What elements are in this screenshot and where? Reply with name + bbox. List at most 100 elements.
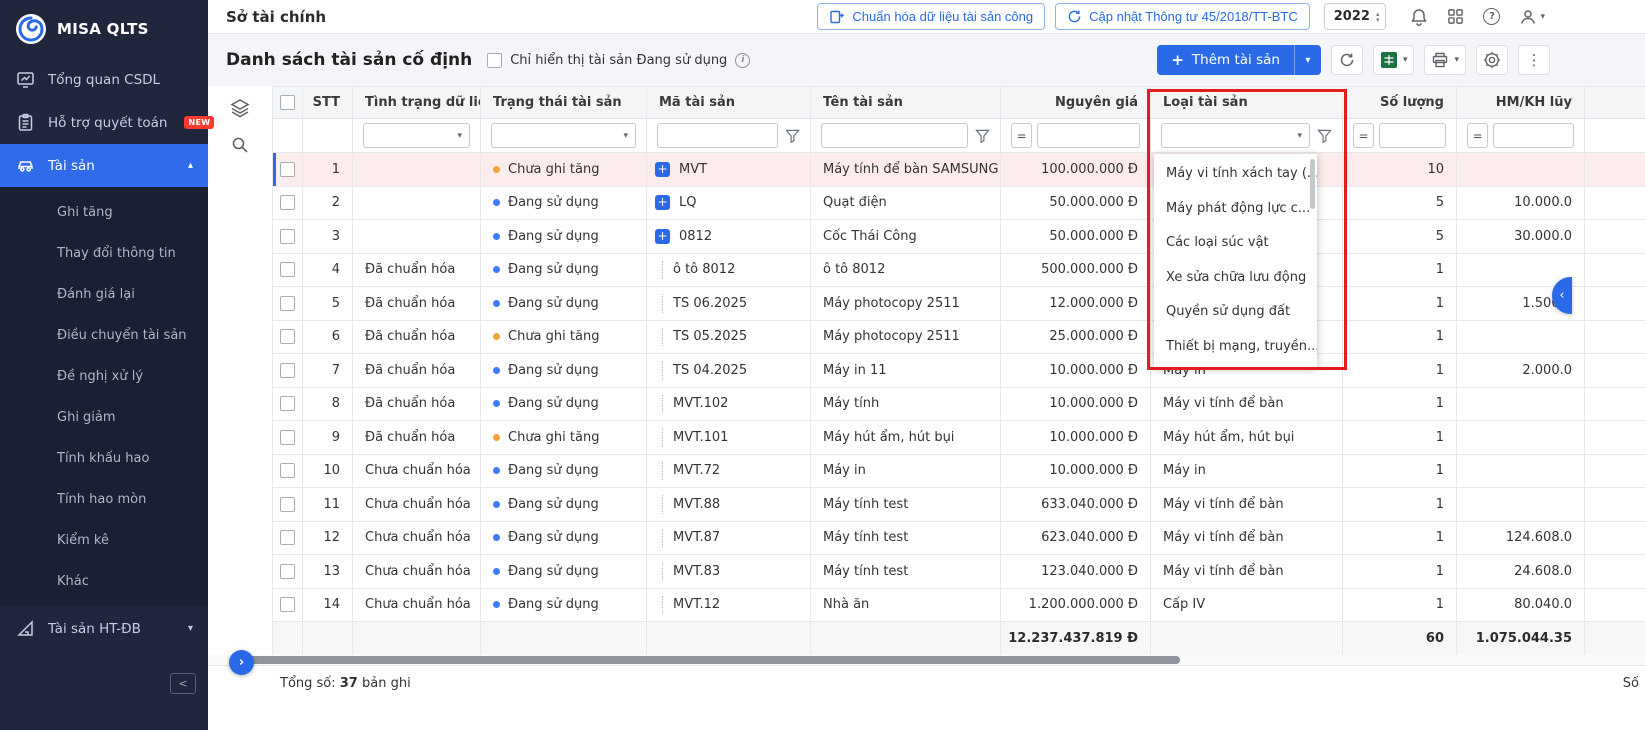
- funnel-icon[interactable]: [975, 129, 990, 143]
- dropdown-option[interactable]: Quyền sử dụng đất: [1154, 295, 1317, 330]
- filter-operator[interactable]: =: [1353, 123, 1374, 148]
- table-row[interactable]: 11 Chưa chuẩn hóa Đang sử dụng MVT.88 Má…: [273, 488, 1645, 522]
- notifications-button[interactable]: [1410, 8, 1428, 26]
- sidebar-item-tai-san-ht-db[interactable]: Tài sản HT-ĐB ▾: [0, 607, 208, 650]
- submenu-item-thay-doi-thong-tin[interactable]: Thay đổi thông tin: [0, 233, 208, 274]
- col-header-qty[interactable]: Số lượng: [1343, 87, 1457, 119]
- table-row[interactable]: 14 Chưa chuẩn hóa Đang sử dụng MVT.12 Nh…: [273, 589, 1645, 623]
- expand-icon[interactable]: +: [655, 162, 670, 177]
- spinner-down-icon[interactable]: ▾: [1376, 17, 1380, 23]
- row-checkbox[interactable]: [280, 195, 295, 210]
- table-row[interactable]: 10 Chưa chuẩn hóa Đang sử dụng MVT.72 Má…: [273, 455, 1645, 489]
- filter-dep-input[interactable]: [1493, 123, 1574, 148]
- apps-button[interactable]: [1447, 8, 1464, 25]
- filter-code-input[interactable]: [657, 123, 778, 148]
- col-header-dep[interactable]: HM/KH lũy: [1457, 87, 1585, 119]
- dropdown-option[interactable]: Máy phát động lực c...: [1154, 192, 1317, 227]
- sidebar-item-ho-tro-quyet-toan[interactable]: Hỗ trợ quyết toán NEW: [0, 101, 208, 144]
- table-row[interactable]: 13 Chưa chuẩn hóa Đang sử dụng MVT.83 Má…: [273, 555, 1645, 589]
- submenu-item-kiem-ke[interactable]: Kiểm kê: [0, 520, 208, 561]
- table-row[interactable]: 4 Đã chuẩn hóa Đang sử dụng ô tô 8012 ô …: [273, 254, 1645, 288]
- row-checkbox[interactable]: [280, 597, 295, 612]
- add-asset-split-button[interactable]: + Thêm tài sản ▾: [1157, 45, 1321, 75]
- select-all-checkbox[interactable]: [280, 95, 295, 110]
- filter-operator[interactable]: =: [1467, 123, 1488, 148]
- filter-name-input[interactable]: [821, 123, 968, 148]
- table-row[interactable]: 7 Đã chuẩn hóa Đang sử dụng TS 04.2025 M…: [273, 354, 1645, 388]
- submenu-item-danh-gia-lai[interactable]: Đánh giá lại: [0, 274, 208, 315]
- layers-button[interactable]: [230, 98, 250, 118]
- submenu-item-tinh-khau-hao[interactable]: Tính khấu hao: [0, 438, 208, 479]
- sidebar-item-tong-quan[interactable]: Tổng quan CSDL: [0, 58, 208, 101]
- filter-cost-input[interactable]: [1037, 123, 1140, 148]
- add-asset-dropdown-caret[interactable]: ▾: [1294, 45, 1321, 75]
- print-button[interactable]: ▾: [1424, 45, 1466, 75]
- submenu-item-de-nghi-xu-ly[interactable]: Đề nghị xử lý: [0, 356, 208, 397]
- horizontal-scrollbar-thumb[interactable]: [230, 656, 1180, 664]
- row-checkbox[interactable]: [280, 530, 295, 545]
- col-header-stt[interactable]: STT: [303, 87, 353, 119]
- submenu-item-ghi-giam[interactable]: Ghi giảm: [0, 397, 208, 438]
- col-header-code[interactable]: Mã tài sản: [647, 87, 811, 119]
- sidebar-item-tai-san[interactable]: Tài sản ▴: [0, 144, 208, 187]
- table-row[interactable]: 8 Đã chuẩn hóa Đang sử dụng MVT.102 Máy …: [273, 388, 1645, 422]
- dropdown-option[interactable]: Máy vi tính xách tay (...: [1154, 157, 1317, 192]
- update-circular-button[interactable]: Cập nhật Thông tư 45/2018/TT-BTC: [1055, 3, 1310, 30]
- row-checkbox[interactable]: [280, 396, 295, 411]
- dropdown-option[interactable]: Xe sửa chữa lưu động: [1154, 261, 1317, 296]
- row-checkbox[interactable]: [280, 229, 295, 244]
- row-checkbox[interactable]: [280, 363, 295, 378]
- table-row[interactable]: 1 Chưa ghi tăng +MVT Máy tính để bàn SAM…: [273, 153, 1645, 187]
- filter-qty-input[interactable]: [1379, 123, 1446, 148]
- row-checkbox[interactable]: [280, 329, 295, 344]
- submenu-item-dieu-chuyen-tai-san[interactable]: Điều chuyển tài sản: [0, 315, 208, 356]
- only-active-checkbox[interactable]: [487, 53, 502, 68]
- refresh-button[interactable]: [1331, 45, 1363, 75]
- export-excel-button[interactable]: ▾: [1373, 45, 1415, 75]
- sidebar-collapse-button[interactable]: <: [170, 673, 196, 694]
- col-header-type[interactable]: Loại tài sản: [1151, 87, 1343, 119]
- year-selector[interactable]: 2022 ▴ ▾: [1324, 3, 1387, 30]
- table-row[interactable]: 9 Đã chuẩn hóa Chưa ghi tăng MVT.101 Máy…: [273, 421, 1645, 455]
- account-button[interactable]: ▾: [1519, 8, 1545, 26]
- col-header-cost[interactable]: Nguyên giá: [1001, 87, 1151, 119]
- more-options-button[interactable]: ⋮: [1518, 45, 1550, 75]
- table-row[interactable]: 3 Đang sử dụng +0812 Cốc Thái Công 50.00…: [273, 220, 1645, 254]
- row-checkbox[interactable]: [280, 497, 295, 512]
- row-checkbox[interactable]: [280, 463, 295, 478]
- filter-data-status-combo[interactable]: ▾: [363, 123, 470, 148]
- funnel-icon[interactable]: [1317, 129, 1332, 143]
- standardize-data-button[interactable]: Chuẩn hóa dữ liệu tài sản công: [817, 3, 1045, 30]
- col-header-data-status[interactable]: Tình trạng dữ liệu: [353, 87, 481, 119]
- filter-type-combo[interactable]: ▾: [1161, 123, 1310, 148]
- table-row[interactable]: 2 Đang sử dụng +LQ Quạt điện 50.000.000 …: [273, 187, 1645, 221]
- col-header-status[interactable]: Trạng thái tài sản: [481, 87, 647, 119]
- submenu-item-ghi-tang[interactable]: Ghi tăng: [0, 192, 208, 233]
- dropdown-option[interactable]: Thiết bị mạng, truyền...: [1154, 330, 1317, 365]
- row-checkbox[interactable]: [280, 296, 295, 311]
- settings-button[interactable]: [1476, 45, 1508, 75]
- horizontal-scrollbar[interactable]: [208, 655, 1645, 665]
- expand-icon[interactable]: +: [655, 229, 670, 244]
- row-checkbox[interactable]: [280, 162, 295, 177]
- row-checkbox[interactable]: [280, 564, 295, 579]
- table-row[interactable]: 12 Chưa chuẩn hóa Đang sử dụng MVT.87 Má…: [273, 522, 1645, 556]
- funnel-icon[interactable]: [785, 129, 800, 143]
- table-row[interactable]: 5 Đã chuẩn hóa Đang sử dụng TS 06.2025 M…: [273, 287, 1645, 321]
- search-button[interactable]: [231, 136, 249, 154]
- only-active-filter[interactable]: Chỉ hiển thị tài sản Đang sử dụng i: [487, 53, 750, 68]
- filter-operator[interactable]: =: [1011, 123, 1032, 148]
- row-checkbox[interactable]: [280, 262, 295, 277]
- dropdown-option[interactable]: Các loại súc vật: [1154, 226, 1317, 261]
- table-row[interactable]: 6 Đã chuẩn hóa Chưa ghi tăng TS 05.2025 …: [273, 321, 1645, 355]
- submenu-item-tinh-hao-mon[interactable]: Tính hao mòn: [0, 479, 208, 520]
- dropdown-scrollbar-thumb[interactable]: [1310, 159, 1315, 209]
- row-checkbox[interactable]: [280, 430, 295, 445]
- rail-expand-button[interactable]: ›: [229, 650, 254, 675]
- filter-status-combo[interactable]: ▾: [491, 123, 636, 148]
- submenu-item-khac[interactable]: Khác: [0, 561, 208, 602]
- expand-icon[interactable]: +: [655, 195, 670, 210]
- year-spinner[interactable]: ▴ ▾: [1376, 11, 1380, 23]
- help-button[interactable]: ?: [1483, 8, 1500, 25]
- col-header-name[interactable]: Tên tài sản: [811, 87, 1001, 119]
